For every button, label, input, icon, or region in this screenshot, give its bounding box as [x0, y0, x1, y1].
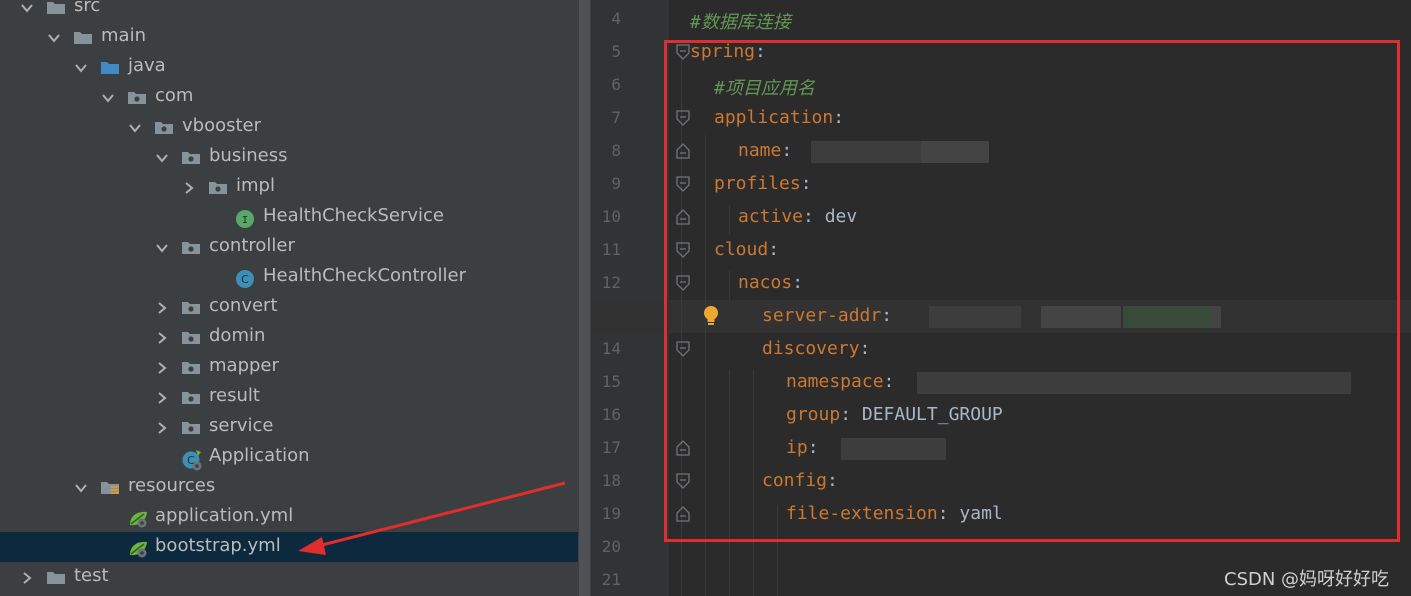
watermark: CSDN @妈呀好好吃 [1224, 569, 1390, 590]
annotation-arrow [298, 481, 566, 555]
